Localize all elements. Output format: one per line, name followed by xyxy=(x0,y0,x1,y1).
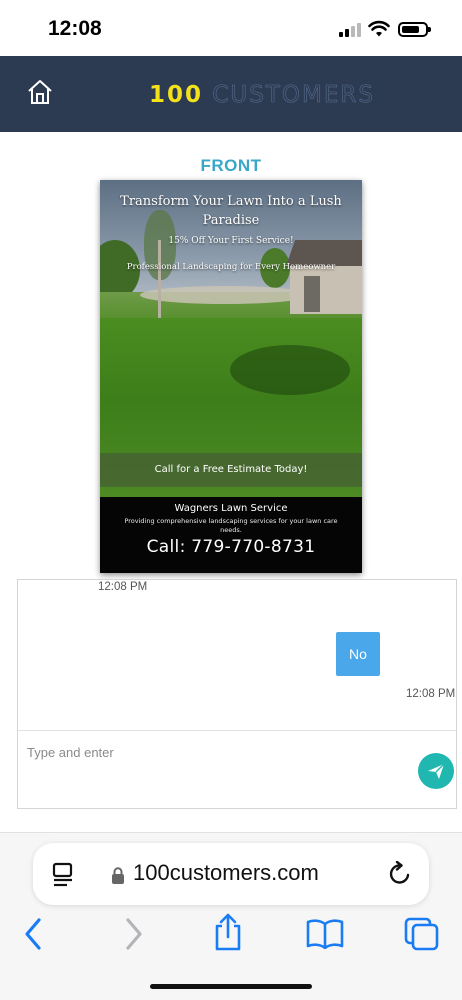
user-message-bubble: No xyxy=(336,632,380,676)
reader-mode-icon[interactable] xyxy=(51,862,75,888)
brand-number: 100 xyxy=(149,82,204,108)
business-phone: Call: 779-770-8731 xyxy=(146,537,316,557)
postcard-headline: Transform Your Lawn Into a Lush Paradise xyxy=(120,194,342,228)
cellular-signal-icon xyxy=(339,23,361,37)
wifi-icon xyxy=(368,20,390,37)
lawn-photo: Transform Your Lawn Into a Lush Paradise… xyxy=(100,180,362,497)
url-text: 100customers.com xyxy=(133,860,319,885)
lock-icon xyxy=(112,867,124,884)
postcard-cta: Call for a Free Estimate Today! xyxy=(154,464,308,475)
back-chevron-icon[interactable] xyxy=(22,917,46,951)
chat-panel: 12:08 PM No 12:08 PM xyxy=(17,579,457,809)
chat-input-area xyxy=(18,730,456,809)
battery-icon xyxy=(398,22,431,37)
business-name: Wagners Lawn Service xyxy=(174,503,288,514)
brand-word: CUSTOMERS xyxy=(212,82,375,109)
postcard-footer: Wagners Lawn Service Providing comprehen… xyxy=(100,497,362,573)
postcard-discount: 15% Off Your First Service! xyxy=(168,236,294,246)
reload-icon[interactable] xyxy=(387,861,413,887)
share-icon[interactable] xyxy=(212,913,244,951)
app-header: 100 CUSTOMERS xyxy=(0,56,462,132)
home-icon[interactable] xyxy=(26,78,54,106)
message-timestamp: 12:08 PM xyxy=(406,688,456,700)
chat-input[interactable] xyxy=(27,741,407,763)
forward-chevron-icon[interactable] xyxy=(121,917,145,951)
tabs-icon[interactable] xyxy=(404,917,440,951)
postcard-cta-band: Call for a Free Estimate Today! xyxy=(100,453,362,487)
home-indicator xyxy=(150,984,312,989)
bookmarks-icon[interactable] xyxy=(306,919,344,949)
brand-logo: 100 CUSTOMERS xyxy=(149,82,375,109)
send-icon xyxy=(428,763,445,779)
section-label: FRONT xyxy=(200,156,262,175)
business-description: Providing comprehensive landscaping serv… xyxy=(124,517,338,534)
postcard-tagline: Professional Landscaping for Every Homeo… xyxy=(126,262,336,272)
address-bar[interactable]: 100customers.com xyxy=(33,843,429,905)
postcard-preview: Transform Your Lawn Into a Lush Paradise… xyxy=(100,180,362,573)
send-button[interactable] xyxy=(418,753,454,789)
status-time: 12:08 xyxy=(48,17,102,40)
browser-toolbar: 100customers.com xyxy=(0,832,462,1000)
message-timestamp: 12:08 PM xyxy=(98,581,148,593)
status-bar: 12:08 xyxy=(0,0,462,56)
